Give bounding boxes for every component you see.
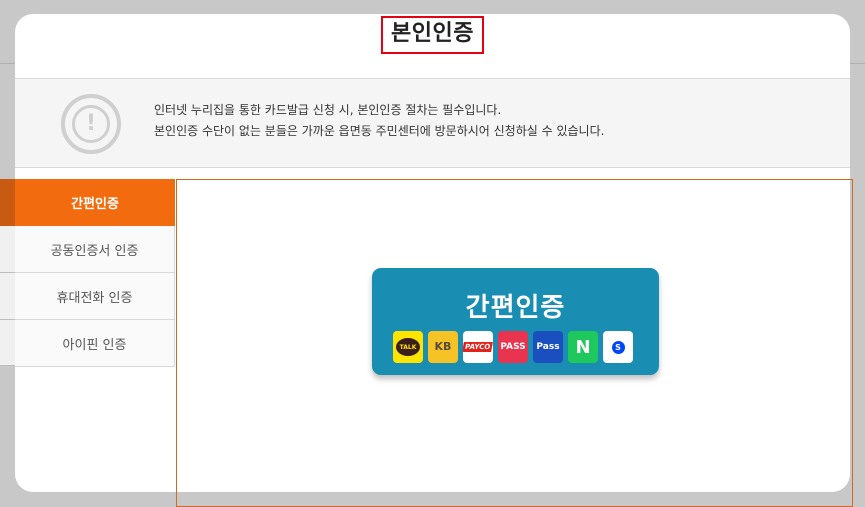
modal-title: 본인인증 [381,16,484,54]
notice-line-2: 본인인증 수단이 없는 분들은 가까운 읍면동 주민센터에 방문하시어 신청하실… [154,124,605,138]
shinhan-logo: S [603,331,633,363]
sidebar-item-easy-auth[interactable]: 간편인증 [15,179,175,226]
sidebar-item-ipin[interactable]: 아이핀 인증 [15,320,175,367]
payco-logo: PAYCO [463,331,493,363]
sidebar-item-mobile-phone[interactable]: 휴대전화 인증 [15,273,175,320]
pass-blue-logo: Pass [533,331,563,363]
notice-line-1: 인터넷 누리집을 통한 카드발급 신청 시, 본인인증 절차는 필수입니다. [154,103,502,117]
auth-method-sidebar: 간편인증 공동인증서 인증 휴대전화 인증 아이핀 인증 [15,179,175,367]
provider-logos: TALK KB PAYCO PASS Pass N S [393,331,633,363]
naver-logo: N [568,331,598,363]
notice-box: ! 인터넷 누리집을 통한 카드발급 신청 시, 본인인증 절차는 필수입니다.… [15,78,850,168]
sidebar-item-joint-certificate[interactable]: 공동인증서 인증 [15,226,175,273]
kakaotalk-logo: TALK [393,331,423,363]
notice-text: 인터넷 누리집을 통한 카드발급 신청 시, 본인인증 절차는 필수입니다. 본… [154,100,604,142]
pass-logo: PASS [498,331,528,363]
easy-auth-title: 간편인증 [465,293,566,323]
background-sidebar-edge [0,179,15,366]
kb-logo: KB [428,331,458,363]
easy-auth-button[interactable]: 간편인증 TALK KB PAYCO PASS Pass N S [372,268,659,375]
alert-circle-icon: ! [61,94,121,154]
